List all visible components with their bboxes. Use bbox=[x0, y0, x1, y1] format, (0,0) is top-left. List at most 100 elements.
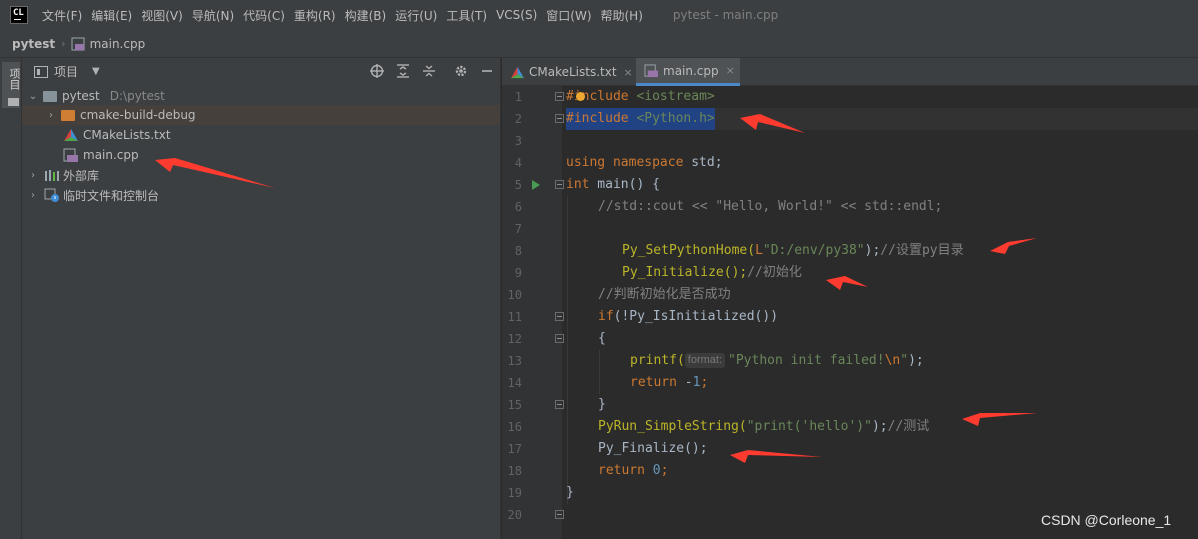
close-icon[interactable]: × bbox=[726, 64, 735, 77]
tree-item-project-root[interactable]: ⌄ pytest D:\pytest bbox=[22, 86, 500, 106]
token: return bbox=[630, 375, 677, 390]
line-number: 16 bbox=[507, 420, 522, 434]
token: "print('hello')" bbox=[746, 419, 872, 434]
line-number: 20 bbox=[507, 508, 522, 522]
code-line-6: //std::cout << "Hello, World!" << std::e… bbox=[598, 196, 942, 218]
collapse-all-icon[interactable] bbox=[421, 63, 437, 79]
window-title: pytest - main.cpp bbox=[672, 8, 779, 22]
expand-all-icon[interactable] bbox=[395, 63, 411, 79]
menu-window[interactable]: 窗口(W) bbox=[546, 7, 591, 24]
menu-bar: CL 文件(F) 编辑(E) 视图(V) 导航(N) 代码(C) 重构(R) 构… bbox=[0, 0, 1198, 30]
menu-vcs[interactable]: VCS(S) bbox=[496, 8, 537, 22]
token: " bbox=[900, 353, 909, 368]
menu-tools[interactable]: 工具(T) bbox=[446, 7, 487, 24]
tree-item-external-libraries[interactable]: › 外部库 bbox=[22, 165, 500, 185]
gear-icon[interactable] bbox=[453, 63, 469, 79]
tree-item-label: CMakeLists.txt bbox=[83, 128, 171, 142]
project-tool-label: 项目 bbox=[8, 68, 21, 90]
tree-item-cmakelists[interactable]: CMakeLists.txt bbox=[22, 125, 500, 145]
menu-edit[interactable]: 编辑(E) bbox=[91, 7, 132, 24]
token: <iostream> bbox=[636, 89, 715, 104]
token: ); bbox=[908, 353, 924, 368]
fold-marker-icon[interactable] bbox=[555, 510, 564, 519]
close-icon[interactable]: × bbox=[624, 66, 633, 79]
tree-item-main-cpp[interactable]: main.cpp bbox=[22, 145, 500, 165]
chevron-down-icon[interactable]: ▼ bbox=[92, 66, 100, 77]
tab-main-cpp[interactable]: main.cpp × bbox=[636, 58, 740, 86]
fold-marker-icon[interactable] bbox=[555, 312, 564, 321]
line-number: 12 bbox=[507, 332, 522, 346]
scratch-icon bbox=[44, 188, 59, 202]
lightbulb-icon[interactable] bbox=[576, 92, 585, 101]
tool-window-strip: 项目 bbox=[0, 58, 22, 539]
token: Py_Finalize(); bbox=[598, 441, 708, 456]
line-number: 6 bbox=[514, 200, 522, 214]
code-line-1: #include <iostream> bbox=[566, 86, 715, 108]
token: Py_Initialize(); bbox=[622, 265, 748, 280]
tree-item-label: main.cpp bbox=[83, 148, 139, 162]
cpp-file-icon bbox=[63, 148, 78, 162]
folder-icon bbox=[8, 98, 19, 106]
token: "Python init failed! bbox=[728, 353, 885, 368]
code-line-9: Py_Initialize();//初始化 bbox=[622, 262, 802, 284]
clion-logo-icon[interactable]: CL bbox=[10, 6, 28, 24]
line-number: 8 bbox=[514, 244, 522, 258]
menu-run[interactable]: 运行(U) bbox=[395, 7, 437, 24]
token: - bbox=[676, 375, 693, 390]
indent-guide bbox=[599, 350, 600, 394]
fold-marker-icon[interactable] bbox=[555, 114, 564, 123]
token: //判断初始化是否成功 bbox=[598, 287, 731, 302]
tree-item-label: 临时文件和控制台 bbox=[63, 188, 160, 203]
line-number: 17 bbox=[507, 442, 522, 456]
token: //设置py目录 bbox=[880, 243, 964, 258]
minimize-icon[interactable] bbox=[479, 63, 495, 79]
chevron-right-icon[interactable]: › bbox=[44, 110, 58, 121]
token: Py_SetPythonHome( bbox=[622, 243, 756, 258]
line-number: 14 bbox=[507, 376, 522, 390]
tree-item-cmake-build-debug[interactable]: › cmake-build-debug bbox=[22, 105, 500, 125]
menu-file[interactable]: 文件(F) bbox=[42, 7, 82, 24]
fold-marker-icon[interactable] bbox=[555, 180, 564, 189]
chevron-right-icon[interactable]: › bbox=[26, 170, 40, 181]
token: } bbox=[566, 485, 574, 500]
editor-gutter[interactable]: 1 2 3 4 5 6 7 8 9 10 11 12 13 14 15 16 1… bbox=[502, 86, 564, 539]
project-panel-title[interactable]: 项目 bbox=[54, 63, 78, 80]
menu-navigate[interactable]: 导航(N) bbox=[192, 7, 234, 24]
fold-marker-icon[interactable] bbox=[555, 400, 564, 409]
token: 0 bbox=[652, 463, 661, 478]
code-line-13: printf(format: "Python init failed!\n"); bbox=[630, 350, 924, 372]
code-editor[interactable]: #include <iostream> #include <Python.h> … bbox=[566, 86, 1198, 539]
tree-item-label: 外部库 bbox=[63, 168, 100, 183]
fold-marker-icon[interactable] bbox=[555, 334, 564, 343]
fold-marker-icon[interactable] bbox=[555, 92, 564, 101]
token: ; bbox=[700, 375, 709, 390]
menu-build[interactable]: 构建(B) bbox=[345, 7, 387, 24]
line-number: 2 bbox=[514, 112, 522, 126]
menu-refactor[interactable]: 重构(R) bbox=[294, 7, 336, 24]
editor-area: CMakeLists.txt × main.cpp × 1 2 3 4 5 6 … bbox=[502, 58, 1198, 539]
code-line-5: int main() { bbox=[566, 174, 660, 196]
tab-cmakelists[interactable]: CMakeLists.txt × bbox=[502, 58, 634, 86]
chevron-down-icon[interactable]: ⌄ bbox=[26, 91, 40, 102]
breadcrumb: pytest › main.cpp bbox=[0, 30, 1198, 58]
tree-item-label: pytest bbox=[62, 89, 100, 103]
run-gutter-icon[interactable] bbox=[532, 180, 540, 190]
menu-help[interactable]: 帮助(H) bbox=[601, 7, 643, 24]
locate-file-icon[interactable] bbox=[369, 63, 385, 79]
project-panel-header: 项目 ▼ bbox=[22, 58, 500, 85]
token: } bbox=[598, 397, 606, 412]
code-line-12: { bbox=[598, 328, 606, 350]
menu-view[interactable]: 视图(V) bbox=[141, 7, 183, 24]
breadcrumb-file[interactable]: main.cpp bbox=[90, 37, 146, 51]
menu-code[interactable]: 代码(C) bbox=[243, 7, 285, 24]
token: ; bbox=[660, 463, 669, 478]
cpp-file-icon bbox=[644, 63, 659, 77]
token: <Python.h> bbox=[636, 111, 715, 126]
project-view-icon bbox=[34, 65, 48, 78]
line-number: 13 bbox=[507, 354, 522, 368]
breadcrumb-project[interactable]: pytest bbox=[12, 37, 55, 51]
chevron-right-icon[interactable]: › bbox=[26, 190, 40, 201]
tree-item-scratches[interactable]: › 临时文件和控制台 bbox=[22, 185, 500, 205]
project-tool-tab[interactable]: 项目 bbox=[2, 62, 21, 108]
line-number: 9 bbox=[514, 266, 522, 280]
